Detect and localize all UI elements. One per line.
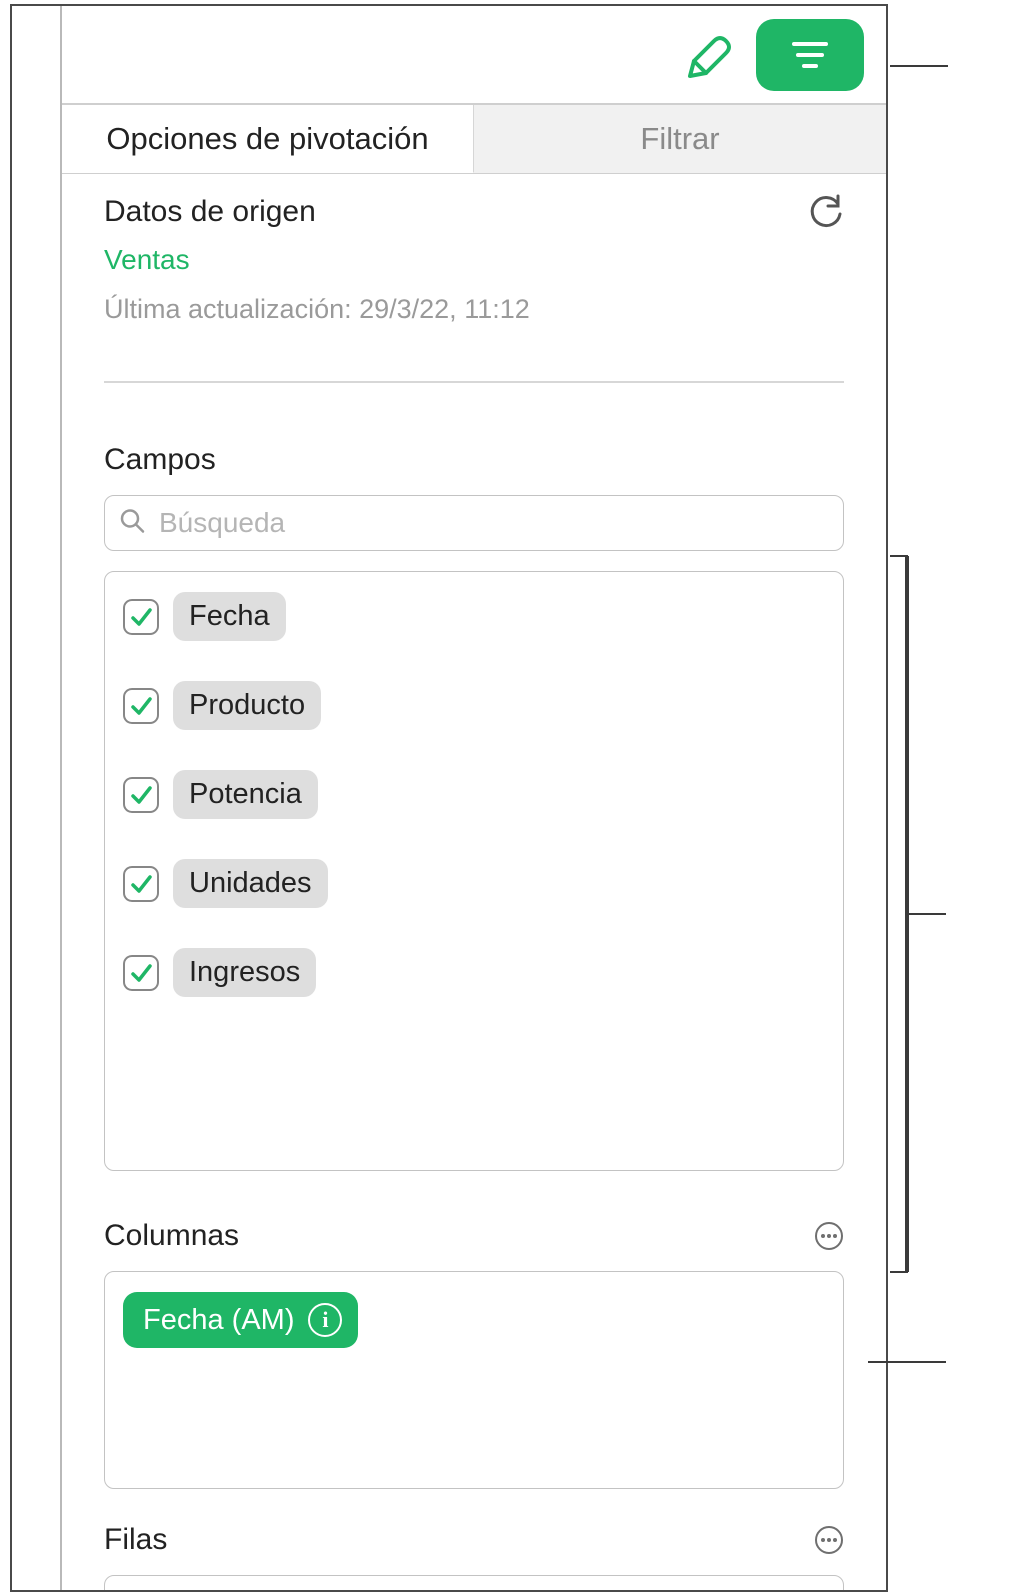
rows-more-button[interactable] xyxy=(814,1525,844,1555)
info-icon[interactable]: i xyxy=(308,1303,342,1337)
field-checkbox[interactable] xyxy=(123,777,159,813)
field-label[interactable]: Producto xyxy=(173,681,321,730)
datasource-title: Datos de origen xyxy=(104,195,316,229)
tab-filter[interactable]: Filtrar xyxy=(474,105,886,173)
datasource-link[interactable]: Ventas xyxy=(104,244,844,276)
field-label[interactable]: Unidades xyxy=(173,859,328,908)
columns-more-button[interactable] xyxy=(814,1221,844,1251)
tab-filter-label: Filtrar xyxy=(640,121,719,157)
columns-section-title: Columnas xyxy=(104,1219,239,1253)
field-label[interactable]: Fecha xyxy=(173,592,286,641)
field-label[interactable]: Potencia xyxy=(173,770,318,819)
search-icon xyxy=(118,507,146,540)
field-item[interactable]: Fecha xyxy=(123,592,825,641)
refresh-button[interactable] xyxy=(808,194,844,230)
field-item[interactable]: Unidades xyxy=(123,859,825,908)
field-item[interactable]: Ingresos xyxy=(123,948,825,997)
tab-pivot-label: Opciones de pivotación xyxy=(106,121,428,157)
datasource-updated: Última actualización: 29/3/22, 11:12 xyxy=(104,294,844,325)
tab-pivot-options[interactable]: Opciones de pivotación xyxy=(62,105,474,173)
fields-search-input[interactable] xyxy=(104,495,844,551)
divider xyxy=(104,381,844,383)
rows-section-title: Filas xyxy=(104,1523,167,1557)
fields-section-title: Campos xyxy=(104,443,844,477)
field-label[interactable]: Ingresos xyxy=(173,948,316,997)
field-item[interactable]: Potencia xyxy=(123,770,825,819)
field-checkbox[interactable] xyxy=(123,688,159,724)
field-item[interactable]: Producto xyxy=(123,681,825,730)
field-checkbox[interactable] xyxy=(123,599,159,635)
field-checkbox[interactable] xyxy=(123,955,159,991)
field-checkbox[interactable] xyxy=(123,866,159,902)
columns-drop-area[interactable]: Fecha (AM) i xyxy=(104,1271,844,1489)
format-brush-button[interactable] xyxy=(684,28,738,82)
fields-list: Fecha Producto Potencia xyxy=(104,571,844,1171)
rows-drop-area[interactable]: Potencia i Producto i xyxy=(104,1575,844,1590)
column-pill[interactable]: Fecha (AM) i xyxy=(123,1292,358,1348)
column-pill-label: Fecha (AM) xyxy=(143,1304,294,1337)
organize-menu-button[interactable] xyxy=(756,19,864,91)
